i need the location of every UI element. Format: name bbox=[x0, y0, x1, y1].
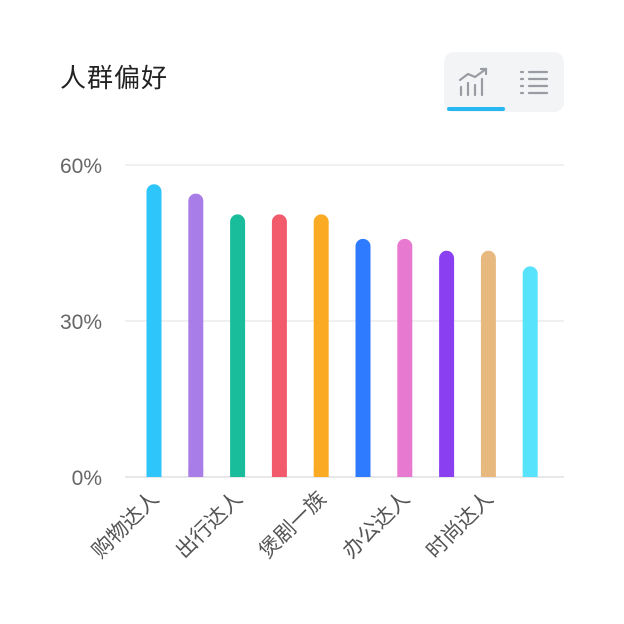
x-category-label: 煲剧一族 bbox=[254, 487, 330, 563]
bar-base bbox=[146, 469, 162, 477]
bar-base bbox=[480, 469, 496, 477]
x-category-label: 办公达人 bbox=[338, 487, 414, 563]
bar bbox=[313, 214, 329, 477]
y-tick-label: 0% bbox=[72, 467, 102, 490]
bar bbox=[480, 250, 496, 477]
x-category-label: 时尚达人 bbox=[422, 487, 498, 563]
crowd-preference-card: 人群偏好 0% 30% 60% 购物达人 出行达人 煲剧一族 办公达人 时尚达人 bbox=[0, 0, 624, 624]
bar bbox=[188, 193, 204, 477]
y-tick-label: 30% bbox=[60, 311, 102, 334]
bar bbox=[230, 214, 246, 477]
bar bbox=[355, 238, 371, 477]
bar bbox=[271, 214, 287, 477]
y-tick-label: 60% bbox=[60, 155, 102, 178]
bar bbox=[522, 266, 538, 477]
bar bbox=[439, 250, 455, 477]
bar-base bbox=[522, 469, 538, 477]
bar bbox=[397, 238, 413, 477]
bar-base bbox=[188, 469, 204, 477]
bar-base bbox=[439, 469, 455, 477]
x-category-label: 购物达人 bbox=[87, 487, 163, 563]
bar bbox=[146, 184, 162, 478]
bar-base bbox=[271, 469, 287, 477]
bar-base bbox=[230, 469, 246, 477]
bar-base bbox=[355, 469, 371, 477]
x-category-label: 出行达人 bbox=[171, 487, 247, 563]
preference-bar-chart: 0% 30% 60% 购物达人 出行达人 煲剧一族 办公达人 时尚达人 bbox=[60, 155, 564, 563]
bar-base bbox=[313, 469, 329, 477]
bar-base bbox=[397, 469, 413, 477]
